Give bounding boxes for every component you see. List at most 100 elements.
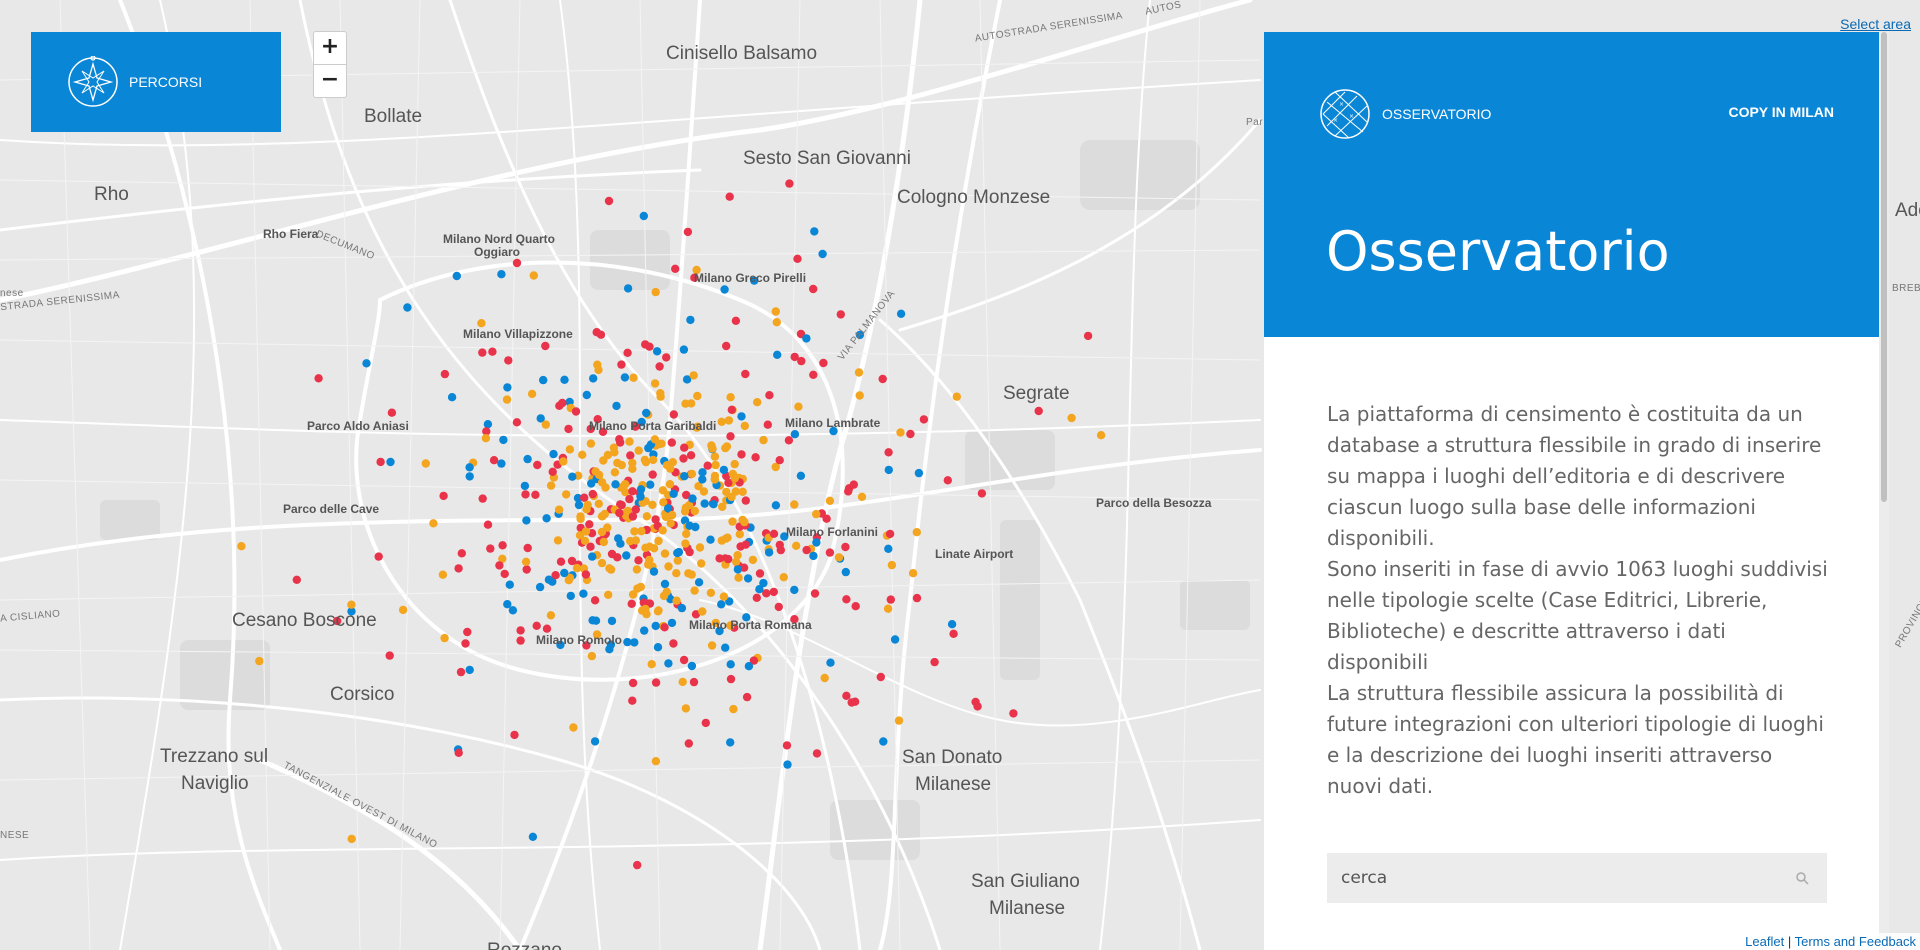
map-marker[interactable] [620,373,630,382]
map-marker[interactable] [556,557,566,566]
map-marker[interactable] [857,492,867,501]
map-marker[interactable] [943,476,952,485]
map-marker[interactable] [710,475,719,484]
map-marker[interactable] [500,569,509,579]
map-marker[interactable] [694,578,704,587]
map-marker[interactable] [512,418,522,427]
search-icon[interactable] [1795,871,1809,885]
map-marker[interactable] [725,192,734,201]
map-marker[interactable] [631,536,640,545]
map-marker[interactable] [658,526,667,535]
map-marker[interactable] [634,556,643,565]
map-marker[interactable] [685,521,694,530]
map-marker[interactable] [679,655,689,665]
map-marker[interactable] [656,389,665,398]
map-marker[interactable] [554,505,564,514]
map-marker[interactable] [820,673,829,683]
map-marker[interactable] [884,448,893,457]
zoom-in-button[interactable]: + [314,32,346,64]
map-marker[interactable] [669,489,678,498]
map-marker[interactable] [744,662,754,671]
map-marker[interactable] [548,467,557,476]
map-marker[interactable] [499,435,508,445]
map-marker[interactable] [693,391,702,401]
map-marker[interactable] [569,723,578,732]
map-marker[interactable] [564,424,573,434]
map-marker[interactable] [842,595,851,604]
map-marker[interactable] [655,362,664,371]
map-marker[interactable] [505,580,514,589]
map-marker[interactable] [728,517,737,526]
map-marker[interactable] [722,442,732,451]
map-marker[interactable] [792,541,801,550]
map-marker[interactable] [773,350,782,359]
map-marker[interactable] [741,496,750,505]
map-marker[interactable] [662,353,671,362]
map-marker[interactable] [834,553,844,562]
map-marker[interactable] [717,417,726,426]
map-marker[interactable] [684,569,693,578]
map-marker[interactable] [669,410,678,419]
map-marker[interactable] [613,553,622,562]
map-marker[interactable] [765,391,774,400]
map-marker[interactable] [884,544,893,553]
map-marker[interactable] [886,595,895,604]
map-marker[interactable] [588,616,597,625]
map-marker[interactable] [896,428,905,437]
map-marker[interactable] [465,665,474,675]
map-marker[interactable] [541,420,550,429]
map-marker[interactable] [667,618,677,628]
map-marker[interactable] [723,533,732,542]
map-marker[interactable] [463,627,472,637]
map-marker[interactable] [819,358,828,368]
map-marker[interactable] [851,602,860,611]
map-marker[interactable] [1083,331,1093,341]
map-marker[interactable] [510,730,519,740]
map-marker[interactable] [386,457,395,467]
map-marker[interactable] [542,624,552,633]
map-marker[interactable] [465,463,474,472]
map-marker[interactable] [483,520,493,529]
map-marker[interactable] [592,328,601,337]
map-marker[interactable] [607,616,617,626]
map-marker[interactable] [737,450,746,459]
map-marker[interactable] [706,535,715,544]
map-marker[interactable] [715,554,724,563]
map-marker[interactable] [738,487,747,496]
map-marker[interactable] [912,593,922,603]
map-marker[interactable] [737,412,746,421]
map-marker[interactable] [790,500,799,509]
map-marker[interactable] [896,309,906,318]
map-marker[interactable] [452,271,461,281]
map-marker[interactable] [664,659,673,668]
map-marker[interactable] [521,557,531,566]
map-marker[interactable] [604,196,614,206]
map-marker[interactable] [727,492,736,502]
map-marker[interactable] [748,555,758,565]
map-marker[interactable] [812,509,821,519]
map-marker[interactable] [558,398,567,408]
search-input[interactable] [1327,853,1781,903]
map-marker[interactable] [685,547,694,557]
map-marker[interactable] [623,348,632,357]
map-marker[interactable] [825,496,835,505]
map-marker[interactable] [1034,406,1043,416]
map-marker[interactable] [775,456,784,465]
map-marker[interactable] [734,573,743,582]
zoom-out-button[interactable]: − [314,64,346,97]
map-marker[interactable] [876,672,885,682]
map-marker[interactable] [812,749,822,758]
map-marker[interactable] [841,567,850,577]
map-marker[interactable] [634,446,643,455]
map-marker[interactable] [700,499,709,508]
map-marker[interactable] [698,607,707,616]
map-marker[interactable] [644,443,653,453]
map-marker[interactable] [502,395,512,404]
map-marker[interactable] [751,453,760,462]
map-marker[interactable] [759,435,768,445]
map-marker[interactable] [523,454,532,464]
map-marker[interactable] [709,500,718,509]
map-marker[interactable] [755,585,764,594]
map-marker[interactable] [724,416,734,425]
map-marker[interactable] [581,570,591,579]
